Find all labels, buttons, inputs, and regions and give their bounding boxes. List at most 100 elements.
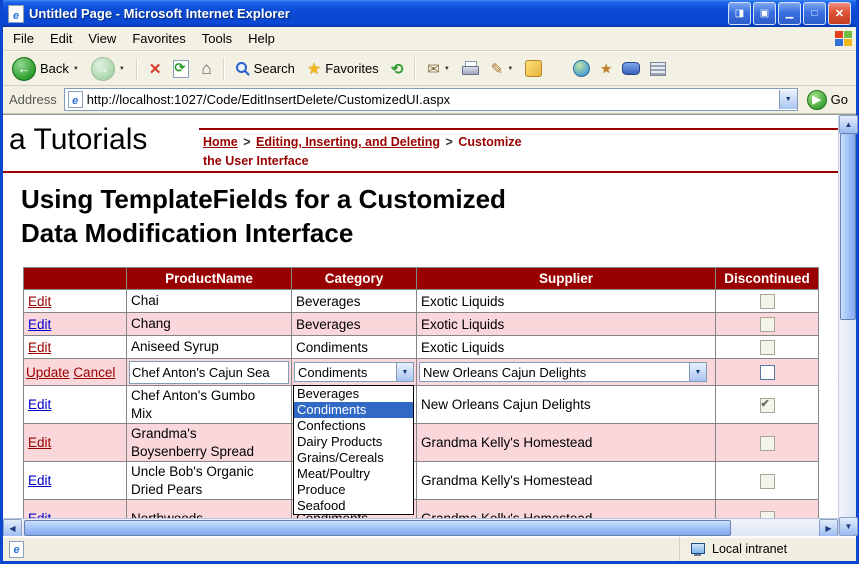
horizontal-scroll-track[interactable]	[22, 519, 819, 536]
discontinued-checkbox	[760, 294, 775, 309]
edit-link[interactable]: Edit	[28, 340, 51, 355]
address-input[interactable]: e http://localhost:1027/Code/EditInsertD…	[64, 88, 798, 111]
header-rule-bottom	[3, 171, 838, 173]
mail-button[interactable]: ✉ ▼	[422, 57, 455, 81]
category-select-value: Condiments	[295, 365, 396, 380]
edit-link[interactable]: Edit	[28, 435, 51, 450]
binoculars-icon[interactable]	[622, 62, 640, 75]
resize-button[interactable]: ◨	[728, 2, 751, 25]
status-bar: e Local intranet	[3, 536, 856, 561]
product-cell: Chef Anton's Gumbo Mix	[127, 386, 292, 424]
ie-page-icon: e	[8, 5, 24, 23]
menu-file[interactable]: File	[5, 29, 42, 48]
product-cell: Uncle Bob's Organic Dried Pears	[127, 462, 292, 500]
close-button[interactable]: ✕	[828, 2, 851, 25]
col-header-productname: ProductName	[127, 268, 292, 290]
horizontal-scroll-thumb[interactable]	[24, 520, 731, 536]
history-icon: ⟲	[391, 60, 404, 78]
restore-button[interactable]: ▣	[753, 2, 776, 25]
status-main-section: e	[3, 537, 679, 561]
chevron-down-icon[interactable]: ▼	[444, 66, 450, 72]
scroll-right-button[interactable]: ▶	[819, 519, 838, 536]
discontinued-checkbox[interactable]	[760, 365, 775, 380]
cancel-link[interactable]: Cancel	[73, 365, 115, 380]
site-title: a Tutorials	[9, 123, 147, 157]
refresh-icon: ⟳	[173, 60, 189, 78]
dropdown-option[interactable]: Produce	[294, 482, 413, 498]
messenger-button[interactable]	[520, 57, 547, 80]
favorites-button[interactable]: ★ Favorites	[302, 56, 384, 82]
vertical-scroll-thumb[interactable]	[840, 133, 856, 320]
chevron-down-icon[interactable]: ▼	[507, 66, 513, 72]
titlebar[interactable]: e Untitled Page - Microsoft Internet Exp…	[3, 0, 856, 27]
chevron-down-icon[interactable]: ▼	[689, 363, 706, 381]
edit-page-button[interactable]: ✎ ▼	[486, 57, 519, 81]
toolbar-separator	[223, 58, 225, 80]
forward-button[interactable]: → ▼	[86, 54, 130, 84]
edit-link[interactable]: Edit	[28, 294, 51, 309]
go-button[interactable]: ▶ Go	[803, 90, 852, 110]
maximize-button[interactable]: □	[803, 2, 826, 25]
menu-help[interactable]: Help	[240, 29, 283, 48]
stop-button[interactable]: ✕	[144, 57, 167, 81]
scroll-up-button[interactable]: ▲	[839, 115, 858, 134]
breadcrumb-separator: >	[241, 135, 252, 149]
search-label: Search	[254, 61, 295, 76]
menu-edit[interactable]: Edit	[42, 29, 80, 48]
back-icon: ←	[12, 57, 36, 81]
dropdown-option[interactable]: Beverages	[294, 386, 413, 402]
update-link[interactable]: Update	[26, 365, 70, 380]
horizontal-scrollbar[interactable]: ◀ ▶	[3, 518, 838, 536]
supplier-cell: Exotic Liquids	[417, 290, 716, 313]
category-select[interactable]: Condiments ▼	[294, 362, 414, 382]
dropdown-option-selected[interactable]: Condiments	[294, 402, 413, 418]
address-dropdown-button[interactable]: ▼	[779, 90, 797, 109]
product-cell: Aniseed Syrup	[127, 336, 292, 359]
grid-header-row: ProductName Category Supplier Discontinu…	[24, 268, 819, 290]
product-cell: Chai	[127, 290, 292, 313]
scroll-up-icon: ▲	[845, 120, 853, 129]
search-icon	[236, 62, 250, 76]
breadcrumb-section-link[interactable]: Editing, Inserting, and Deleting	[256, 135, 440, 149]
chevron-down-icon[interactable]: ▼	[396, 363, 413, 381]
category-cell: Beverages	[292, 313, 417, 336]
grid-icon[interactable]	[650, 62, 666, 76]
breadcrumb-home-link[interactable]: Home	[203, 135, 238, 149]
edit-link[interactable]: Edit	[28, 317, 51, 332]
product-name-input[interactable]	[129, 361, 289, 384]
back-button[interactable]: ← Back ▼	[7, 54, 84, 84]
edit-link[interactable]: Edit	[28, 473, 51, 488]
favorites-star-icon: ★	[307, 59, 321, 79]
chevron-down-icon[interactable]: ▼	[73, 66, 79, 72]
menu-favorites[interactable]: Favorites	[124, 29, 193, 48]
globe-icon[interactable]	[573, 60, 590, 77]
dropdown-option[interactable]: Seafood	[294, 498, 413, 514]
minimize-button[interactable]: ▁	[778, 2, 801, 25]
product-cell: Chang	[127, 313, 292, 336]
edit-link[interactable]: Edit	[28, 397, 51, 412]
dropdown-option[interactable]: Confections	[294, 418, 413, 434]
menu-tools[interactable]: Tools	[194, 29, 240, 48]
forward-icon: →	[91, 57, 115, 81]
dropdown-option[interactable]: Grains/Cereals	[294, 450, 413, 466]
star-icon[interactable]: ★	[600, 61, 612, 77]
scroll-down-button[interactable]: ▼	[839, 517, 858, 536]
supplier-select[interactable]: New Orleans Cajun Delights ▼	[419, 362, 707, 382]
scroll-right-icon: ▶	[825, 524, 831, 533]
chevron-down-icon[interactable]: ▼	[119, 66, 125, 72]
search-button[interactable]: Search	[231, 58, 300, 79]
refresh-button[interactable]: ⟳	[168, 57, 194, 81]
history-button[interactable]: ⟲	[386, 57, 409, 81]
scroll-left-button[interactable]: ◀	[3, 519, 22, 536]
content-area: a Tutorials Home > Editing, Inserting, a…	[3, 114, 856, 536]
address-url[interactable]: http://localhost:1027/Code/EditInsertDel…	[87, 92, 775, 107]
home-icon: ⌂	[201, 59, 211, 79]
dropdown-option[interactable]: Dairy Products	[294, 434, 413, 450]
mail-icon: ✉	[427, 60, 440, 78]
home-button[interactable]: ⌂	[196, 56, 216, 82]
menu-view[interactable]: View	[80, 29, 124, 48]
products-grid: ProductName Category Supplier Discontinu…	[23, 267, 819, 536]
vertical-scrollbar[interactable]: ▲ ▼	[838, 115, 856, 536]
dropdown-option[interactable]: Meat/Poultry	[294, 466, 413, 482]
print-button[interactable]	[457, 58, 484, 79]
